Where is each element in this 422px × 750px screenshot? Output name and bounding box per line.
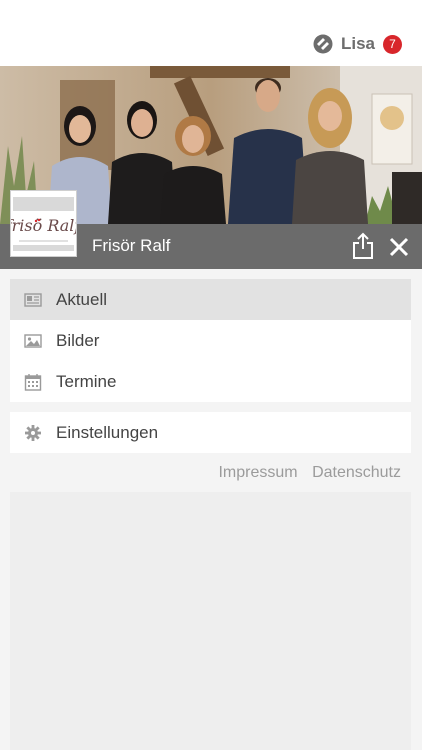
- menu-item-label: Termine: [56, 371, 117, 391]
- menu-item-aktuell[interactable]: Aktuell: [10, 279, 411, 320]
- empty-content-area: [10, 492, 411, 750]
- menu-item-label: Bilder: [56, 330, 100, 350]
- close-icon[interactable]: [388, 236, 410, 258]
- menu-item-label: Einstellungen: [56, 422, 159, 442]
- image-icon: [24, 334, 42, 348]
- menu-item-bilder[interactable]: Bilder: [10, 320, 411, 361]
- menu-item-label: Aktuell: [56, 289, 108, 309]
- salon-name: Frisör Ralf: [92, 236, 171, 255]
- footer-links: Impressum Datenschutz: [208, 464, 401, 482]
- menu-item-termine[interactable]: Termine: [10, 361, 411, 402]
- menu-item-einstellungen[interactable]: Einstellungen: [10, 412, 411, 453]
- settings-menu: Einstellungen: [10, 412, 411, 453]
- impressum-link[interactable]: Impressum: [218, 464, 297, 481]
- main-menu: Aktuell Bilder Termine: [10, 279, 411, 402]
- datenschutz-link[interactable]: Datenschutz: [312, 464, 401, 481]
- user-name: Lisa: [340, 34, 375, 53]
- user-profile[interactable]: Lisa 7: [313, 32, 402, 56]
- share-icon[interactable]: [350, 232, 376, 260]
- gear-icon: [25, 425, 41, 441]
- notification-badge: 7: [383, 34, 402, 54]
- salon-logo-text: frisö Ralf: [11, 216, 76, 235]
- salon-logo: frisö Ralf: [5, 190, 83, 257]
- news-icon: [24, 293, 42, 307]
- top-bar: Lisa 7: [0, 0, 422, 66]
- calendar-icon: [24, 374, 42, 391]
- app-logo-icon: [313, 34, 333, 54]
